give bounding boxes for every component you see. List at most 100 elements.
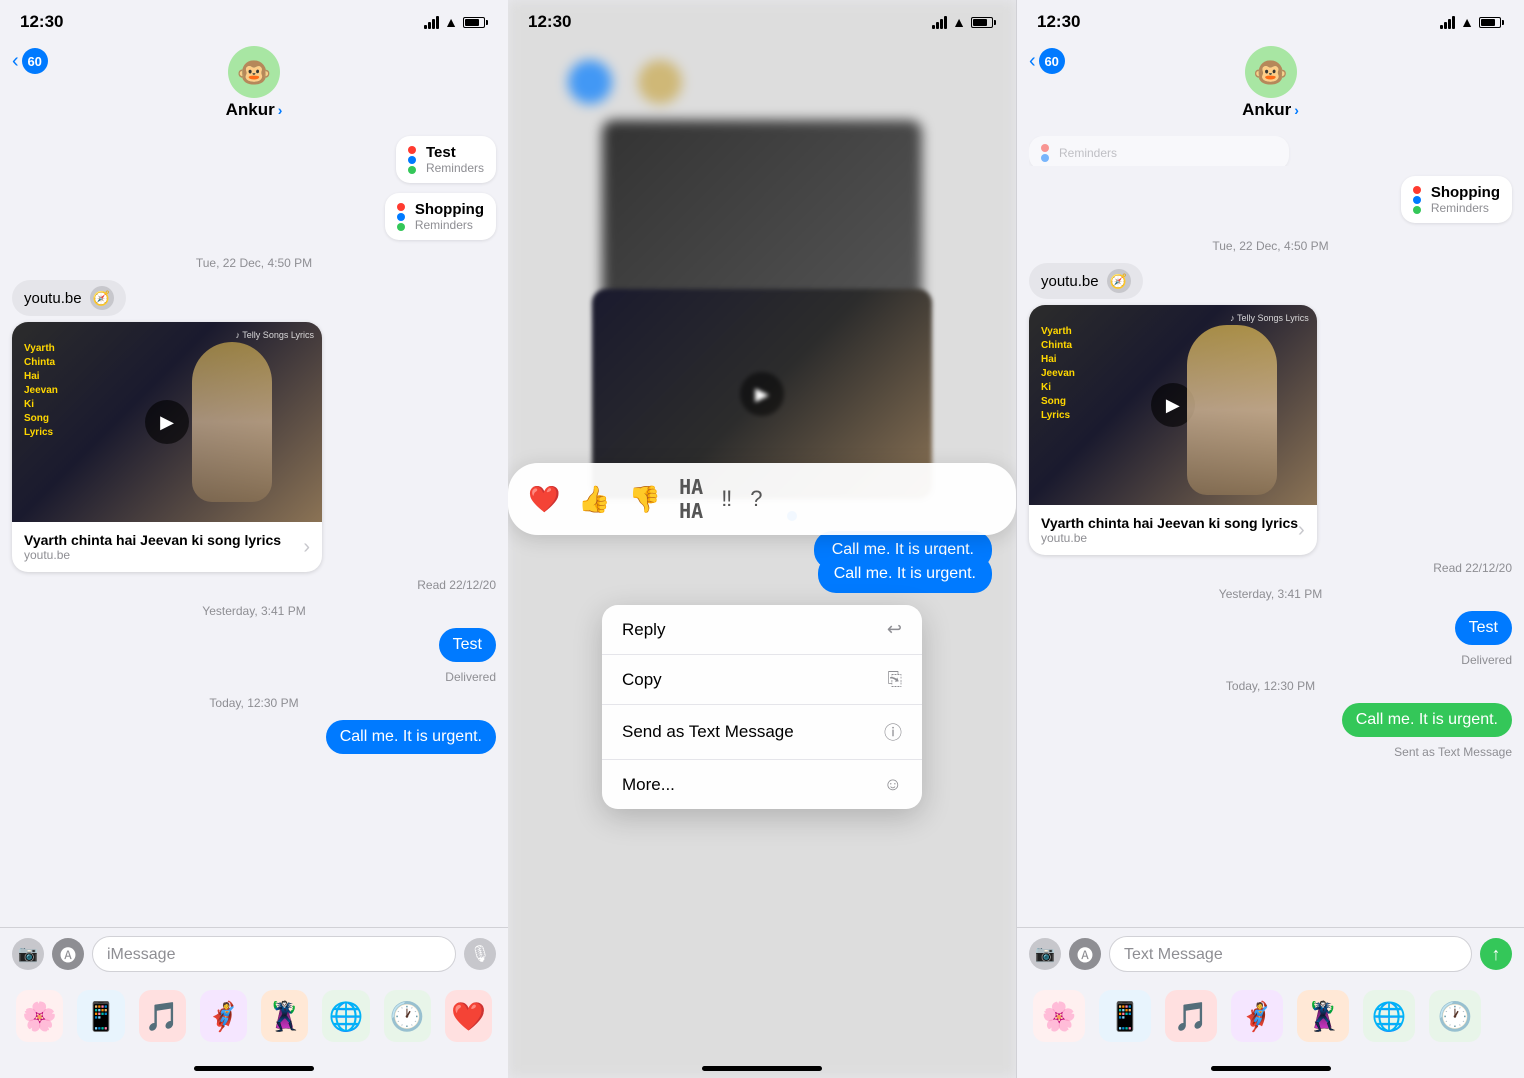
right-dock-avatar1[interactable]: 🦸 (1231, 990, 1283, 1042)
left-nav-header: ‹ 60 🐵 Ankur › (0, 40, 508, 128)
dock-photos[interactable]: 🌸 (16, 990, 63, 1042)
left-messages-area: Test Reminders Shopping Reminders Tue, 2… (0, 128, 508, 927)
middle-battery-icon (971, 17, 996, 28)
right-video-card[interactable]: Vyarth Chinta Hai Jeevan Ki Song Lyrics … (1029, 305, 1317, 555)
left-status-icons: ▲ (424, 14, 488, 30)
right-video-thumbnail: Vyarth Chinta Hai Jeevan Ki Song Lyrics … (1029, 305, 1317, 505)
dock-clock[interactable]: 🕐 (384, 990, 431, 1042)
reaction-bar[interactable]: ❤️ 👍 👎 HAHA ‼ ? (508, 463, 1016, 535)
left-back-button[interactable]: ‹ 60 (12, 48, 48, 74)
compass-icon: 🧭 (90, 286, 114, 310)
right-dock-photos[interactable]: 🌸 (1033, 990, 1085, 1042)
right-shopping-title: Shopping (1431, 184, 1500, 201)
yt-link-bubble[interactable]: youtu.be 🧭 (12, 280, 126, 316)
video-text-overlay: Vyarth Chinta Hai Jeevan Ki Song Lyrics (24, 342, 58, 440)
right-status-time: 12:30 (1037, 12, 1080, 32)
video-title: Vyarth chinta hai Jeevan ki song lyrics (24, 532, 281, 548)
right-dock-music[interactable]: 🎵 (1165, 990, 1217, 1042)
right-back-button[interactable]: ‹ 60 (1029, 48, 1065, 74)
audio-button[interactable]: 🎙 (464, 938, 496, 970)
arrow-up-icon: ↑ (1492, 944, 1501, 965)
context-menu: Reply ↩ Copy ⎘ Send as Text Message ⓘ Mo… (602, 605, 922, 809)
reminder-test-card: Test Reminders (396, 136, 496, 183)
context-send-as-text[interactable]: Send as Text Message ⓘ (602, 705, 922, 760)
middle-status-time: 12:30 (528, 12, 571, 32)
video-card-info: Vyarth chinta hai Jeevan ki song lyrics … (12, 522, 322, 572)
reminder-test-sub: Reminders (426, 161, 484, 175)
right-timestamp-2: Yesterday, 3:41 PM (1029, 587, 1512, 601)
left-timestamp-3: Today, 12:30 PM (12, 696, 496, 710)
reaction-haha[interactable]: HAHA (679, 475, 703, 523)
left-status-time: 12:30 (20, 12, 63, 32)
left-read-label: Read 22/12/20 (12, 578, 496, 592)
signal-icon (424, 15, 439, 29)
right-home-bar (1017, 1058, 1524, 1078)
yt-link-text: youtu.be (24, 290, 82, 307)
middle-status-icons: ▲ (932, 14, 996, 30)
dock-avatar2[interactable]: 🦹 (261, 990, 308, 1042)
right-battery-icon (1479, 17, 1504, 28)
left-msg-test-bubble: Test (439, 628, 496, 662)
camera-button[interactable]: 📷 (12, 938, 44, 970)
reaction-question[interactable]: ? (750, 486, 762, 512)
copy-icon: ⎘ (888, 669, 902, 690)
right-contact-name[interactable]: Ankur › (1242, 100, 1299, 120)
right-camera-button[interactable]: 📷 (1029, 938, 1061, 970)
middle-phone-panel: 12:30 ▲ ▶ (508, 0, 1016, 1078)
video-url: youtu.be (24, 548, 281, 562)
right-messages-area: Reminders Shopping Reminders Tue, 22 Dec… (1017, 128, 1524, 927)
contact-chevron-icon: › (278, 102, 283, 118)
middle-bubble-display: Call me. It is urgent. (818, 555, 992, 593)
right-send-button[interactable]: ↑ (1480, 938, 1512, 970)
dock-app-store[interactable]: 📱 (77, 990, 124, 1042)
right-dock-app-store[interactable]: 📱 (1099, 990, 1151, 1042)
right-video-text-overlay: Vyarth Chinta Hai Jeevan Ki Song Lyrics (1041, 325, 1075, 423)
left-app-dock: 🌸 📱 🎵 🦸 🦹 🌐 🕐 ❤️ (0, 982, 508, 1058)
dock-avatar1[interactable]: 🦸 (200, 990, 247, 1042)
reaction-thumbsup[interactable]: 👍 (578, 484, 610, 515)
reaction-thumbsdown[interactable]: 👎 (629, 484, 661, 515)
video-thumbnail: Vyarth Chinta Hai Jeevan Ki Song Lyrics … (12, 322, 322, 522)
reminder-shopping-card: Shopping Reminders (385, 193, 496, 240)
play-button[interactable]: ▶ (145, 400, 189, 444)
right-dock-globe[interactable]: 🌐 (1363, 990, 1415, 1042)
right-timestamp-1: Tue, 22 Dec, 4:50 PM (1029, 239, 1512, 253)
right-wifi-icon: ▲ (1460, 14, 1474, 30)
reaction-exclaim[interactable]: ‼ (721, 486, 732, 512)
dock-red[interactable]: ❤️ (445, 990, 492, 1042)
context-more[interactable]: More... ☺ (602, 760, 922, 809)
right-app-dock: 🌸 📱 🎵 🦸 🦹 🌐 🕐 (1017, 982, 1524, 1058)
middle-signal-icon (932, 15, 947, 29)
right-status-bar: 12:30 ▲ (1017, 0, 1524, 40)
app-button[interactable]: 🅐 (52, 938, 84, 970)
reminder-test-title: Test (426, 144, 484, 161)
right-nav-header: ‹ 60 🐵 Ankur › (1017, 40, 1524, 128)
right-read-label: Read 22/12/20 (1029, 561, 1512, 575)
right-message-input[interactable]: Text Message (1109, 936, 1472, 972)
context-copy[interactable]: Copy ⎘ (602, 655, 922, 705)
right-shopping-sub: Reminders (1431, 201, 1500, 215)
right-dock-avatar2[interactable]: 🦹 (1297, 990, 1349, 1042)
right-shopping-reminder: Shopping Reminders (1401, 176, 1512, 223)
back-badge[interactable]: 60 (22, 48, 48, 74)
left-input-bar: 📷 🅐 iMessage 🎙 (0, 927, 508, 982)
wifi-icon: ▲ (444, 14, 458, 30)
left-contact-name[interactable]: Ankur › (226, 100, 283, 120)
info-icon: ⓘ (884, 719, 902, 745)
right-msg-test-status: Delivered (1029, 653, 1512, 667)
context-reply[interactable]: Reply ↩ (602, 605, 922, 655)
left-status-bar: 12:30 ▲ (0, 0, 508, 40)
left-message-input[interactable]: iMessage (92, 936, 456, 972)
reaction-heart[interactable]: ❤️ (528, 484, 560, 515)
right-back-badge[interactable]: 60 (1039, 48, 1065, 74)
dock-music[interactable]: 🎵 (139, 990, 186, 1042)
dock-globe[interactable]: 🌐 (322, 990, 369, 1042)
left-timestamp-2: Yesterday, 3:41 PM (12, 604, 496, 618)
right-app-button[interactable]: 🅐 (1069, 938, 1101, 970)
right-input-bar: 📷 🅐 Text Message ↑ (1017, 927, 1524, 982)
right-yt-link-bubble[interactable]: youtu.be 🧭 (1029, 263, 1143, 299)
right-dock-clock[interactable]: 🕐 (1429, 990, 1481, 1042)
right-reminder-partial: Reminders (1029, 136, 1289, 166)
left-contact-avatar: 🐵 (228, 46, 280, 98)
video-card[interactable]: Vyarth Chinta Hai Jeevan Ki Song Lyrics … (12, 322, 322, 572)
